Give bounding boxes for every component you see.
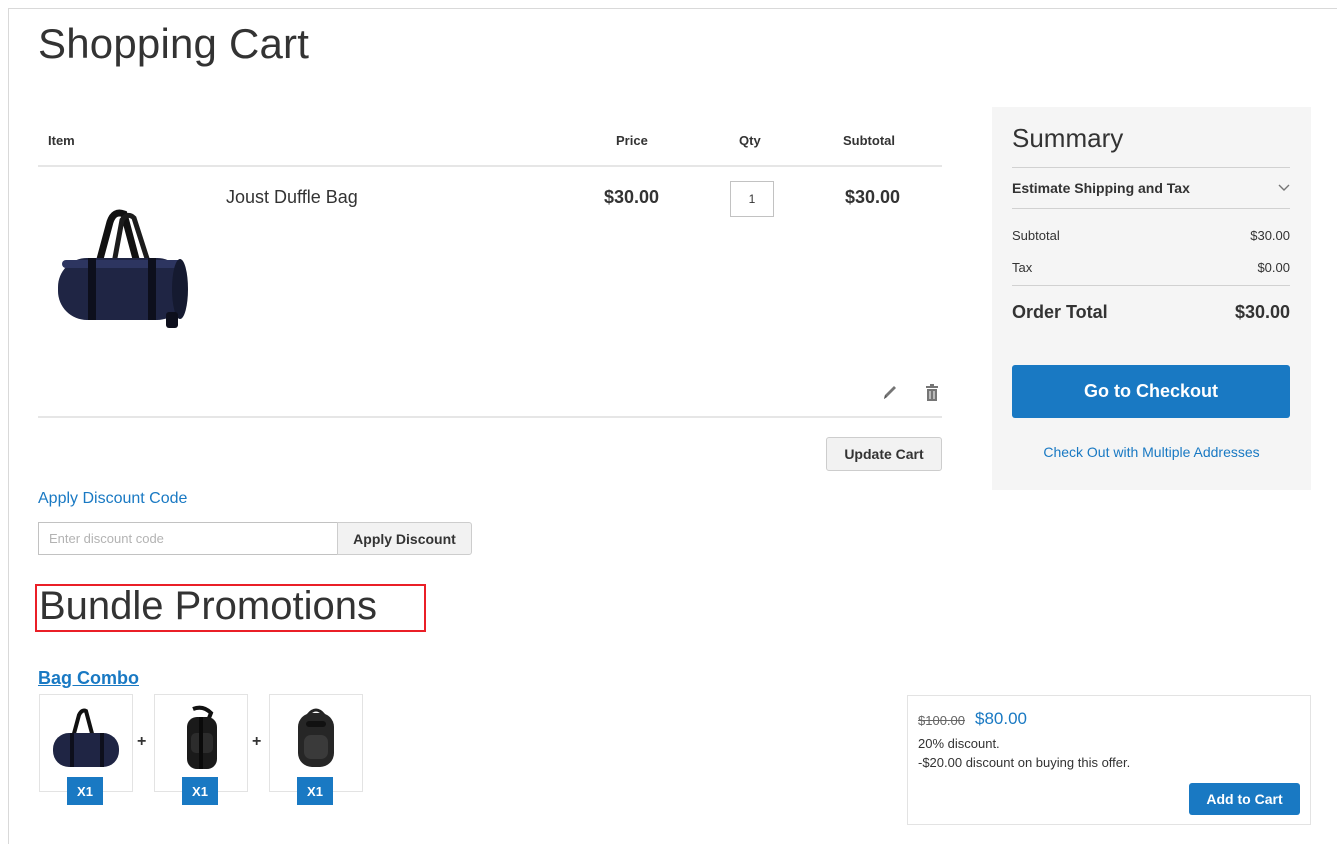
original-price: $100.00 xyxy=(918,713,965,728)
order-summary-panel: Summary Estimate Shipping and Tax Subtot… xyxy=(992,107,1311,490)
column-header-price: Price xyxy=(616,133,648,148)
estimate-shipping-toggle[interactable]: Estimate Shipping and Tax xyxy=(1012,170,1290,206)
summary-divider xyxy=(1012,285,1290,286)
bag-combo-link[interactable]: Bag Combo xyxy=(38,668,139,689)
table-header-divider xyxy=(38,165,942,167)
summary-tax-row: Tax $0.00 xyxy=(1012,260,1290,275)
bundle-promotions-title: Bundle Promotions xyxy=(39,584,377,628)
edit-pencil-icon[interactable] xyxy=(881,383,899,403)
quantity-badge: X1 xyxy=(297,777,333,805)
qty-input[interactable] xyxy=(730,181,774,217)
quantity-badge: X1 xyxy=(182,777,218,805)
sling-backpack-image xyxy=(187,705,217,769)
summary-subtotal-row: Subtotal $30.00 xyxy=(1012,228,1290,243)
cart-item-divider xyxy=(38,416,942,418)
bundle-product-card[interactable]: X1 xyxy=(154,694,248,805)
bundle-product-card[interactable]: X1 xyxy=(39,694,133,805)
go-to-checkout-button[interactable]: Go to Checkout xyxy=(1012,365,1290,418)
column-header-qty: Qty xyxy=(739,133,761,148)
column-header-item: Item xyxy=(48,133,75,148)
apply-discount-code-link[interactable]: Apply Discount Code xyxy=(38,490,187,508)
summary-divider xyxy=(1012,167,1290,168)
discount-code-input[interactable] xyxy=(38,522,338,555)
product-name[interactable]: Joust Duffle Bag xyxy=(226,187,358,208)
multiple-addresses-link[interactable]: Check Out with Multiple Addresses xyxy=(992,444,1311,460)
duffle-bag-image xyxy=(53,708,119,767)
bundle-price: $80.00 xyxy=(975,709,1027,728)
backpack-image xyxy=(298,708,334,767)
plus-sign: + xyxy=(137,733,147,750)
frame-border-left xyxy=(8,8,9,844)
duffle-bag-image[interactable] xyxy=(48,200,198,350)
page-title: Shopping Cart xyxy=(38,20,310,67)
summary-title: Summary xyxy=(1012,123,1124,153)
estimate-shipping-label: Estimate Shipping and Tax xyxy=(1012,180,1190,196)
summary-tax-label: Tax xyxy=(1012,260,1033,275)
add-to-cart-button[interactable]: Add to Cart xyxy=(1189,783,1300,815)
discount-percent-text: 20% discount. xyxy=(918,736,1000,751)
frame-border-top xyxy=(8,8,1337,9)
order-total-label: Order Total xyxy=(1012,302,1108,322)
update-cart-button[interactable]: Update Cart xyxy=(826,437,942,471)
apply-discount-button[interactable]: Apply Discount xyxy=(337,522,472,555)
summary-divider xyxy=(1012,208,1290,209)
order-total-value: $30.00 xyxy=(1234,302,1290,322)
column-header-subtotal: Subtotal xyxy=(843,133,895,148)
summary-subtotal-value: $30.00 xyxy=(1250,228,1290,243)
summary-tax-value: $0.00 xyxy=(1257,260,1290,275)
summary-subtotal-label: Subtotal xyxy=(1012,228,1060,243)
quantity-badge: X1 xyxy=(67,777,103,805)
chevron-down-icon xyxy=(1278,184,1290,191)
bundle-offer-panel: $100.00 $80.00 20% discount. -$20.00 dis… xyxy=(907,695,1311,825)
discount-savings-text: -$20.00 discount on buying this offer. xyxy=(918,755,1131,770)
product-price: $30.00 xyxy=(604,187,660,207)
product-subtotal: $30.00 xyxy=(845,187,901,207)
bundle-product-card[interactable]: X1 xyxy=(269,694,363,805)
plus-sign: + xyxy=(252,733,262,750)
order-total-row: Order Total $30.00 xyxy=(1012,302,1290,323)
trash-icon[interactable] xyxy=(923,383,941,403)
